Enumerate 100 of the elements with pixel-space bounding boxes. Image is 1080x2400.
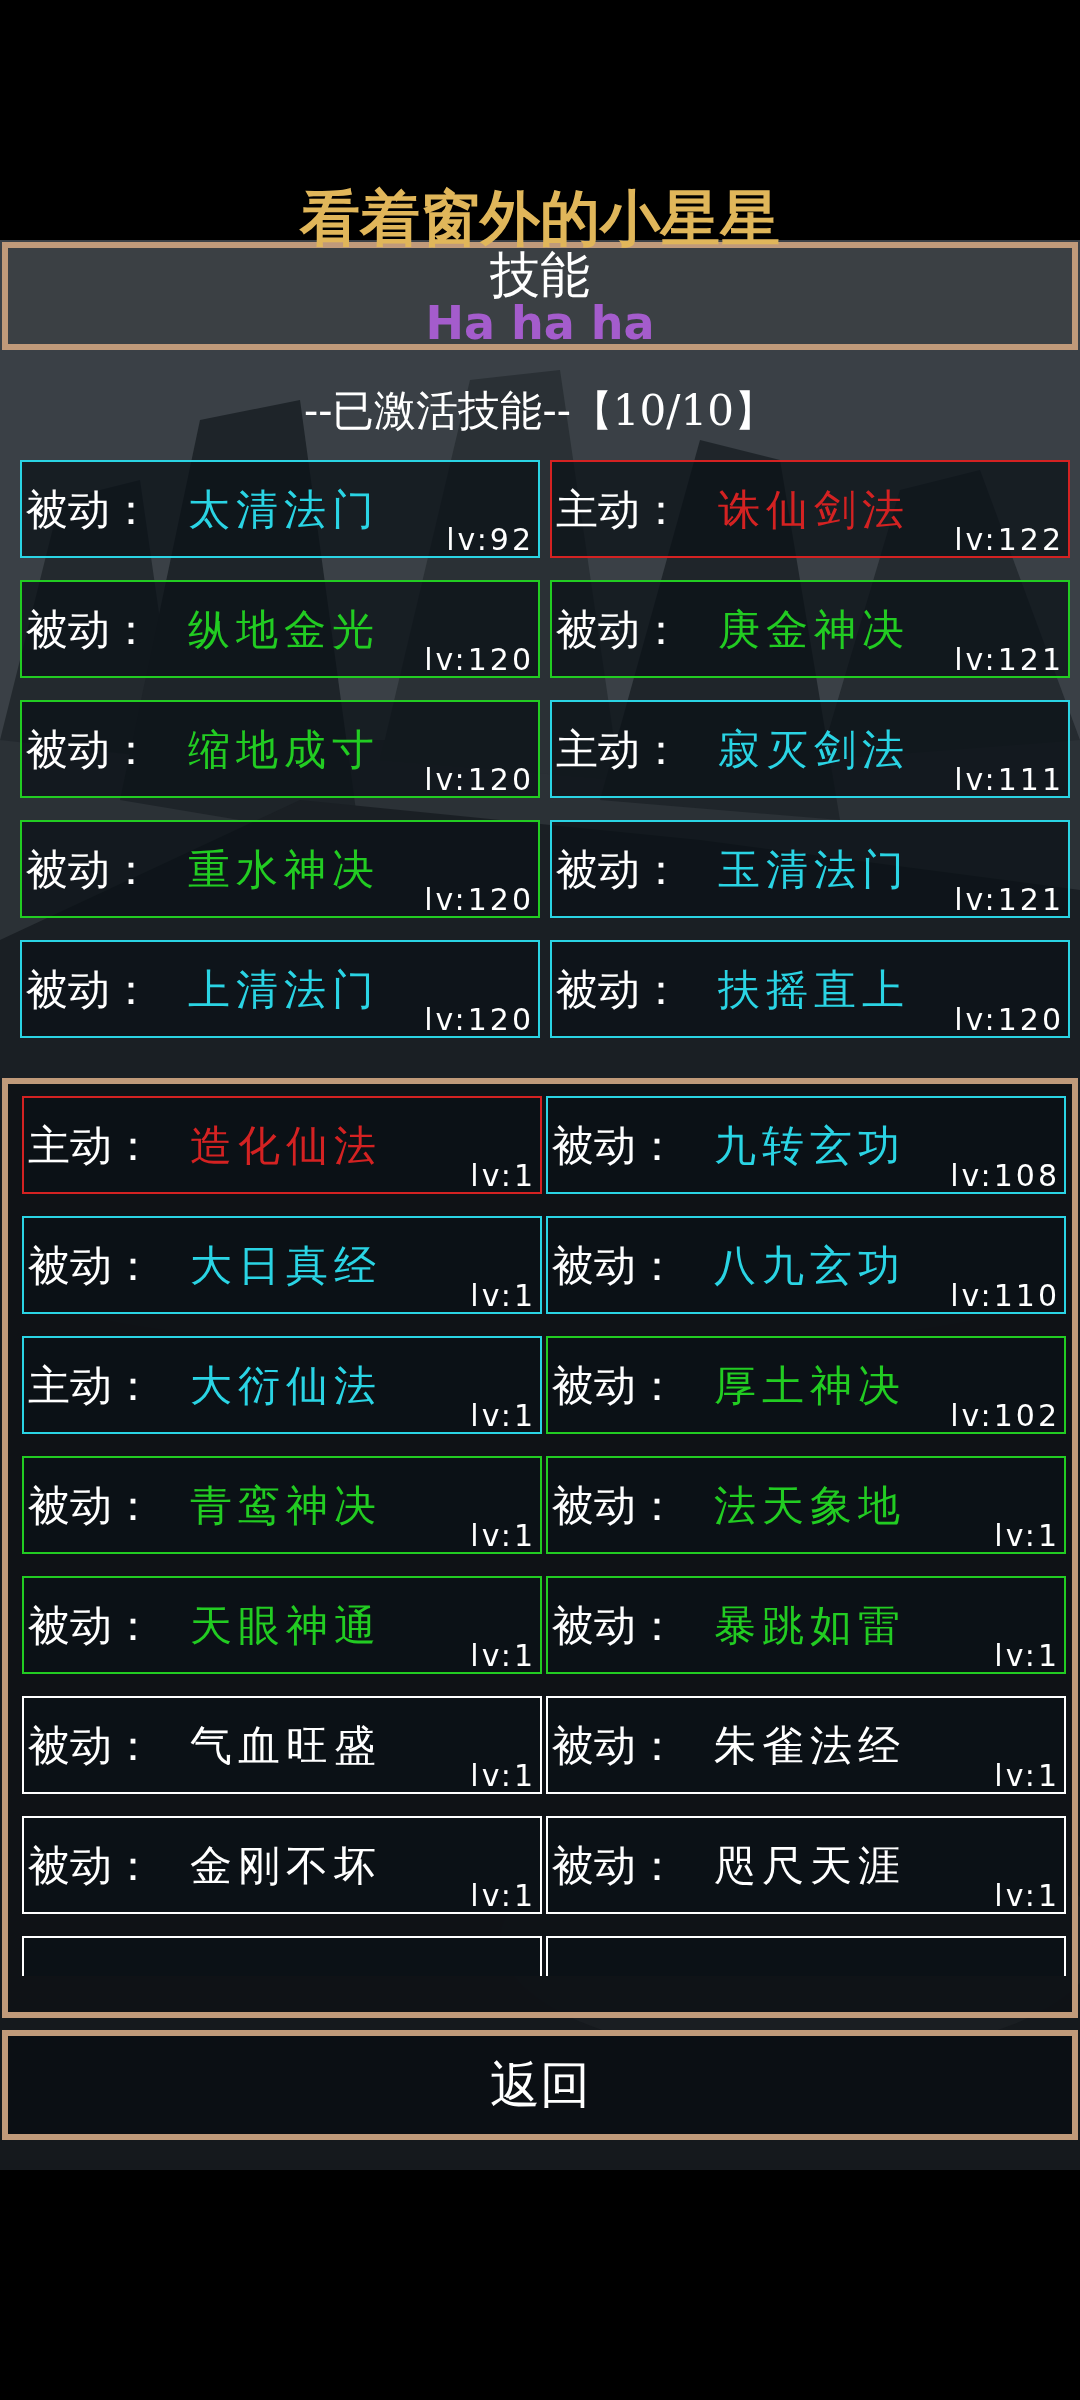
skill-name: 造化仙法	[190, 1119, 382, 1172]
skill-name: 庚金神决	[718, 603, 910, 656]
skill-level: lv:1	[994, 1639, 1060, 1672]
skill-name: 法天象地	[714, 1479, 906, 1532]
skill-name: 扶摇直上	[718, 963, 910, 1016]
skill-card[interactable]: 被动： 缩地成寸 lv:120	[20, 700, 540, 798]
skill-type: 被动：	[28, 1599, 154, 1652]
skill-name: 气血旺盛	[190, 1719, 382, 1772]
skill-card[interactable]: 被动： 气血旺盛 lv:1	[22, 1696, 542, 1794]
skill-level: lv:122	[954, 523, 1064, 556]
skill-level: lv:120	[424, 883, 534, 916]
back-button[interactable]: 返回	[2, 2030, 1078, 2140]
skill-type: 被动：	[552, 1239, 678, 1292]
skill-card[interactable]: 被动： 重水神决 lv:120	[20, 820, 540, 918]
skill-type: 被动：	[28, 1719, 154, 1772]
skill-card[interactable]: 被动： 太清法门 lv:92	[20, 460, 540, 558]
skill-card[interactable]: 被动： 上清法门 lv:120	[20, 940, 540, 1038]
skill-card[interactable]: 被动： 天眼神通 lv:1	[22, 1576, 542, 1674]
skill-level: lv:92	[446, 523, 534, 556]
skill-card[interactable]: 被动： 大日真经 lv:1	[22, 1216, 542, 1314]
skill-level: lv:108	[950, 1159, 1060, 1192]
skill-level: lv:1	[470, 1519, 536, 1552]
skill-type: 被动：	[552, 1359, 678, 1412]
skill-name: 纵地金光	[188, 603, 380, 656]
skill-type: 被动：	[28, 1239, 154, 1292]
skill-name: 九转玄功	[714, 1119, 906, 1172]
skill-type: 被动：	[552, 1839, 678, 1892]
skill-type: 被动：	[26, 843, 152, 896]
skill-card[interactable]: 被动： 扶摇直上 lv:120	[550, 940, 1070, 1038]
skill-name: 八九玄功	[714, 1239, 906, 1292]
skill-level: lv:1	[470, 1639, 536, 1672]
skill-level: lv:110	[950, 1279, 1060, 1312]
skill-level: lv:1	[470, 1279, 536, 1312]
skill-level: lv:120	[424, 1003, 534, 1036]
skill-card[interactable]: 被动： 法天象地 lv:1	[546, 1456, 1066, 1554]
skill-name: 寂灭剑法	[718, 723, 910, 776]
skill-name: 朱雀法经	[714, 1719, 906, 1772]
skill-type: 主动：	[28, 1359, 154, 1412]
skill-card[interactable]: 被动： 九转玄功 lv:108	[546, 1096, 1066, 1194]
skill-type: 被动：	[28, 1839, 154, 1892]
skill-type: 被动：	[552, 1119, 678, 1172]
skill-level: lv:120	[424, 643, 534, 676]
skill-card[interactable]: 主动： 大衍仙法 lv:1	[22, 1336, 542, 1434]
skill-type: 主动：	[28, 1119, 154, 1172]
skill-type: 被动：	[26, 723, 152, 776]
skill-name: 天眼神通	[190, 1599, 382, 1652]
overlay-text: Ha ha ha	[425, 300, 655, 346]
skill-level: lv:1	[994, 1519, 1060, 1552]
skill-type: 被动：	[556, 843, 682, 896]
skill-type: 被动：	[26, 483, 152, 536]
skill-card[interactable]: 被动： 咫尺天涯 lv:1	[546, 1816, 1066, 1914]
skill-name: 缩地成寸	[188, 723, 380, 776]
skill-level: lv:120	[424, 763, 534, 796]
skill-name: 金刚不坏	[190, 1839, 382, 1892]
skill-type: 被动：	[552, 1479, 678, 1532]
skill-name: 暴跳如雷	[714, 1599, 906, 1652]
skill-type: 被动：	[556, 603, 682, 656]
skill-level: lv:1	[994, 1879, 1060, 1912]
skill-card[interactable]: 被动： 玉清法门 lv:121	[550, 820, 1070, 918]
skill-level: lv:111	[954, 763, 1064, 796]
skill-level: lv:121	[954, 643, 1064, 676]
skill-name: 玉清法门	[718, 843, 910, 896]
skill-level: lv:102	[950, 1399, 1060, 1432]
skill-card[interactable]: 被动： 金刚不坏 lv:1	[22, 1816, 542, 1914]
skill-level: lv:120	[954, 1003, 1064, 1036]
skill-name: 大衍仙法	[190, 1359, 382, 1412]
skill-type: 被动：	[552, 1719, 678, 1772]
skill-level: lv:1	[470, 1759, 536, 1792]
skill-card[interactable]: 被动： 朱雀法经 lv:1	[546, 1696, 1066, 1794]
skill-level: lv:121	[954, 883, 1064, 916]
skill-level: lv:1	[470, 1399, 536, 1432]
skill-name: 重水神决	[188, 843, 380, 896]
skill-name: 大日真经	[190, 1239, 382, 1292]
skill-name: 青鸾神决	[190, 1479, 382, 1532]
skill-name: 厚土神决	[714, 1359, 906, 1412]
skill-card[interactable]: 主动： 寂灭剑法 lv:111	[550, 700, 1070, 798]
skill-type: 主动：	[556, 483, 682, 536]
skill-type: 被动：	[28, 1479, 154, 1532]
skill-card[interactable]: 被动： 暴跳如雷 lv:1	[546, 1576, 1066, 1674]
skill-card[interactable]: 被动： 庚金神决 lv:121	[550, 580, 1070, 678]
skill-name: 诛仙剑法	[718, 483, 910, 536]
skill-type: 被动：	[556, 963, 682, 1016]
skill-card[interactable]: 被动： 青鸾神决 lv:1	[22, 1456, 542, 1554]
skill-card[interactable]: 被动： 纵地金光 lv:120	[20, 580, 540, 678]
skill-level: lv:1	[470, 1159, 536, 1192]
skill-type: 被动：	[26, 963, 152, 1016]
section-heading: --已激活技能--【10/10】	[303, 390, 777, 432]
skill-level: lv:1	[470, 1879, 536, 1912]
skill-type: 主动：	[556, 723, 682, 776]
skill-card[interactable]: 被动： 八九玄功 lv:110	[546, 1216, 1066, 1314]
skill-card[interactable]: 主动： 诛仙剑法 lv:122	[550, 460, 1070, 558]
skill-name: 咫尺天涯	[714, 1839, 906, 1892]
skill-name: 太清法门	[188, 483, 380, 536]
skill-name: 上清法门	[188, 963, 380, 1016]
skill-type: 被动：	[552, 1599, 678, 1652]
skill-type: 被动：	[26, 603, 152, 656]
skill-level: lv:1	[994, 1759, 1060, 1792]
overlay-text: 看着窗外的小星星	[300, 188, 780, 248]
skill-card[interactable]: 被动： 厚土神决 lv:102	[546, 1336, 1066, 1434]
skill-card[interactable]: 主动： 造化仙法 lv:1	[22, 1096, 542, 1194]
